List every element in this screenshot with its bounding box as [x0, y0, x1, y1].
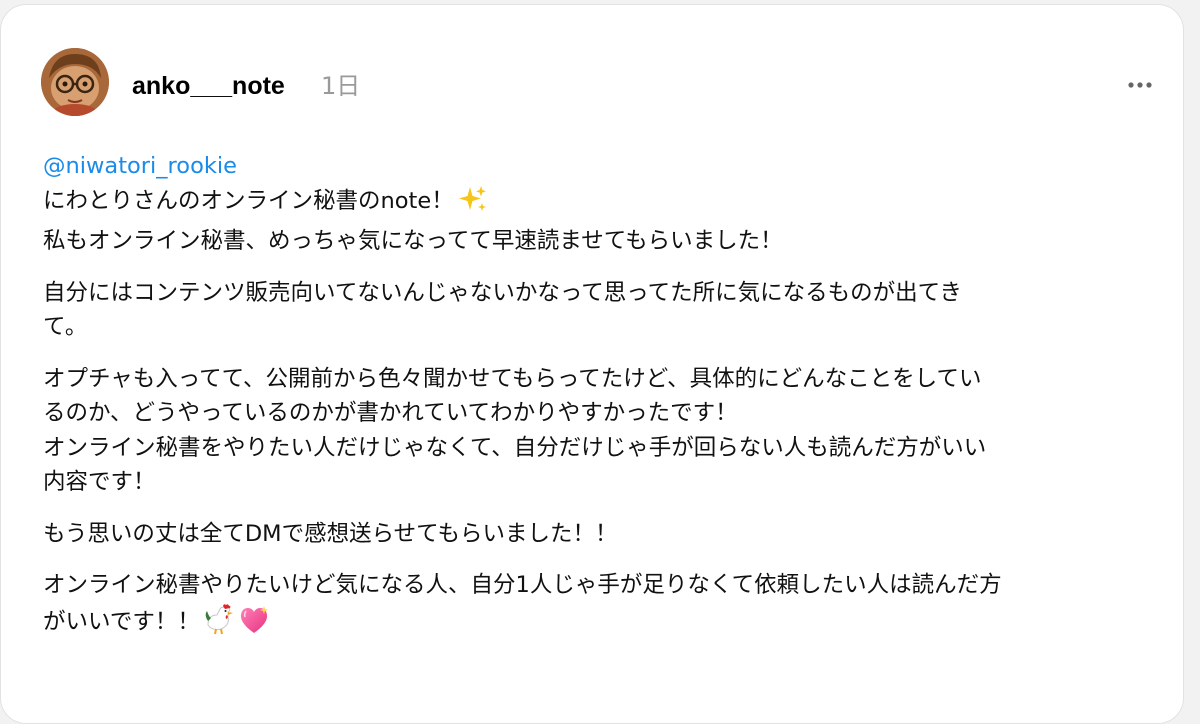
- username[interactable]: anko___note: [132, 71, 285, 101]
- rooster-icon: [204, 603, 234, 646]
- timestamp: 1日: [321, 72, 361, 100]
- body-text-2: 私もオンライン秘書、めっちゃ気になってて早速読ませてもらいました！: [43, 228, 783, 254]
- body-text-5: オプチャも入ってて、公開前から色々聞かせてもらってたけど、具体的にどんなことをし…: [43, 365, 982, 392]
- body-text-10: オンライン秘書やりたいけど気になる人、自分1人じゃ手が足りなくて依頼したい人は読…: [43, 572, 1002, 598]
- mention-link[interactable]: @niwatori_rookie: [43, 153, 237, 179]
- body-text-8: 内容です！: [43, 469, 156, 495]
- body-line-last: がいいです！！: [43, 603, 1163, 646]
- avatar-illustration: [41, 48, 109, 116]
- body-text-3: 自分にはコンテンツ販売向いてないんじゃないかなって思ってた所に気になるものが出て…: [43, 279, 962, 306]
- body-text-11: がいいです！！: [43, 608, 200, 635]
- body-text-7: オンライン秘書をやりたい人だけじゃなくて、自分だけじゃ手が回らない人も読んだ方が…: [43, 434, 987, 461]
- body-text-4: て。: [43, 314, 88, 340]
- post-card: anko___note 1日 @niwatori_rookie にわとりさんのオ…: [0, 4, 1184, 724]
- sparkles-icon: [458, 184, 488, 225]
- more-options-icon[interactable]: [1125, 75, 1155, 95]
- body-text-6: るのか、どうやっているのかが書かれていてわかりやすかったです！: [43, 400, 738, 426]
- body-text-9: もう思いの丈は全てDMで感想送らせてもらいました！！: [43, 520, 618, 547]
- sparkling-heart-icon: [238, 605, 270, 646]
- post-body: @niwatori_rookie にわとりさんのオンライン秘書のnote！ 私も…: [43, 149, 1163, 645]
- body-line: にわとりさんのオンライン秘書のnote！: [43, 184, 1163, 225]
- body-text-1: にわとりさんのオンライン秘書のnote！: [43, 187, 454, 214]
- avatar[interactable]: [41, 48, 109, 116]
